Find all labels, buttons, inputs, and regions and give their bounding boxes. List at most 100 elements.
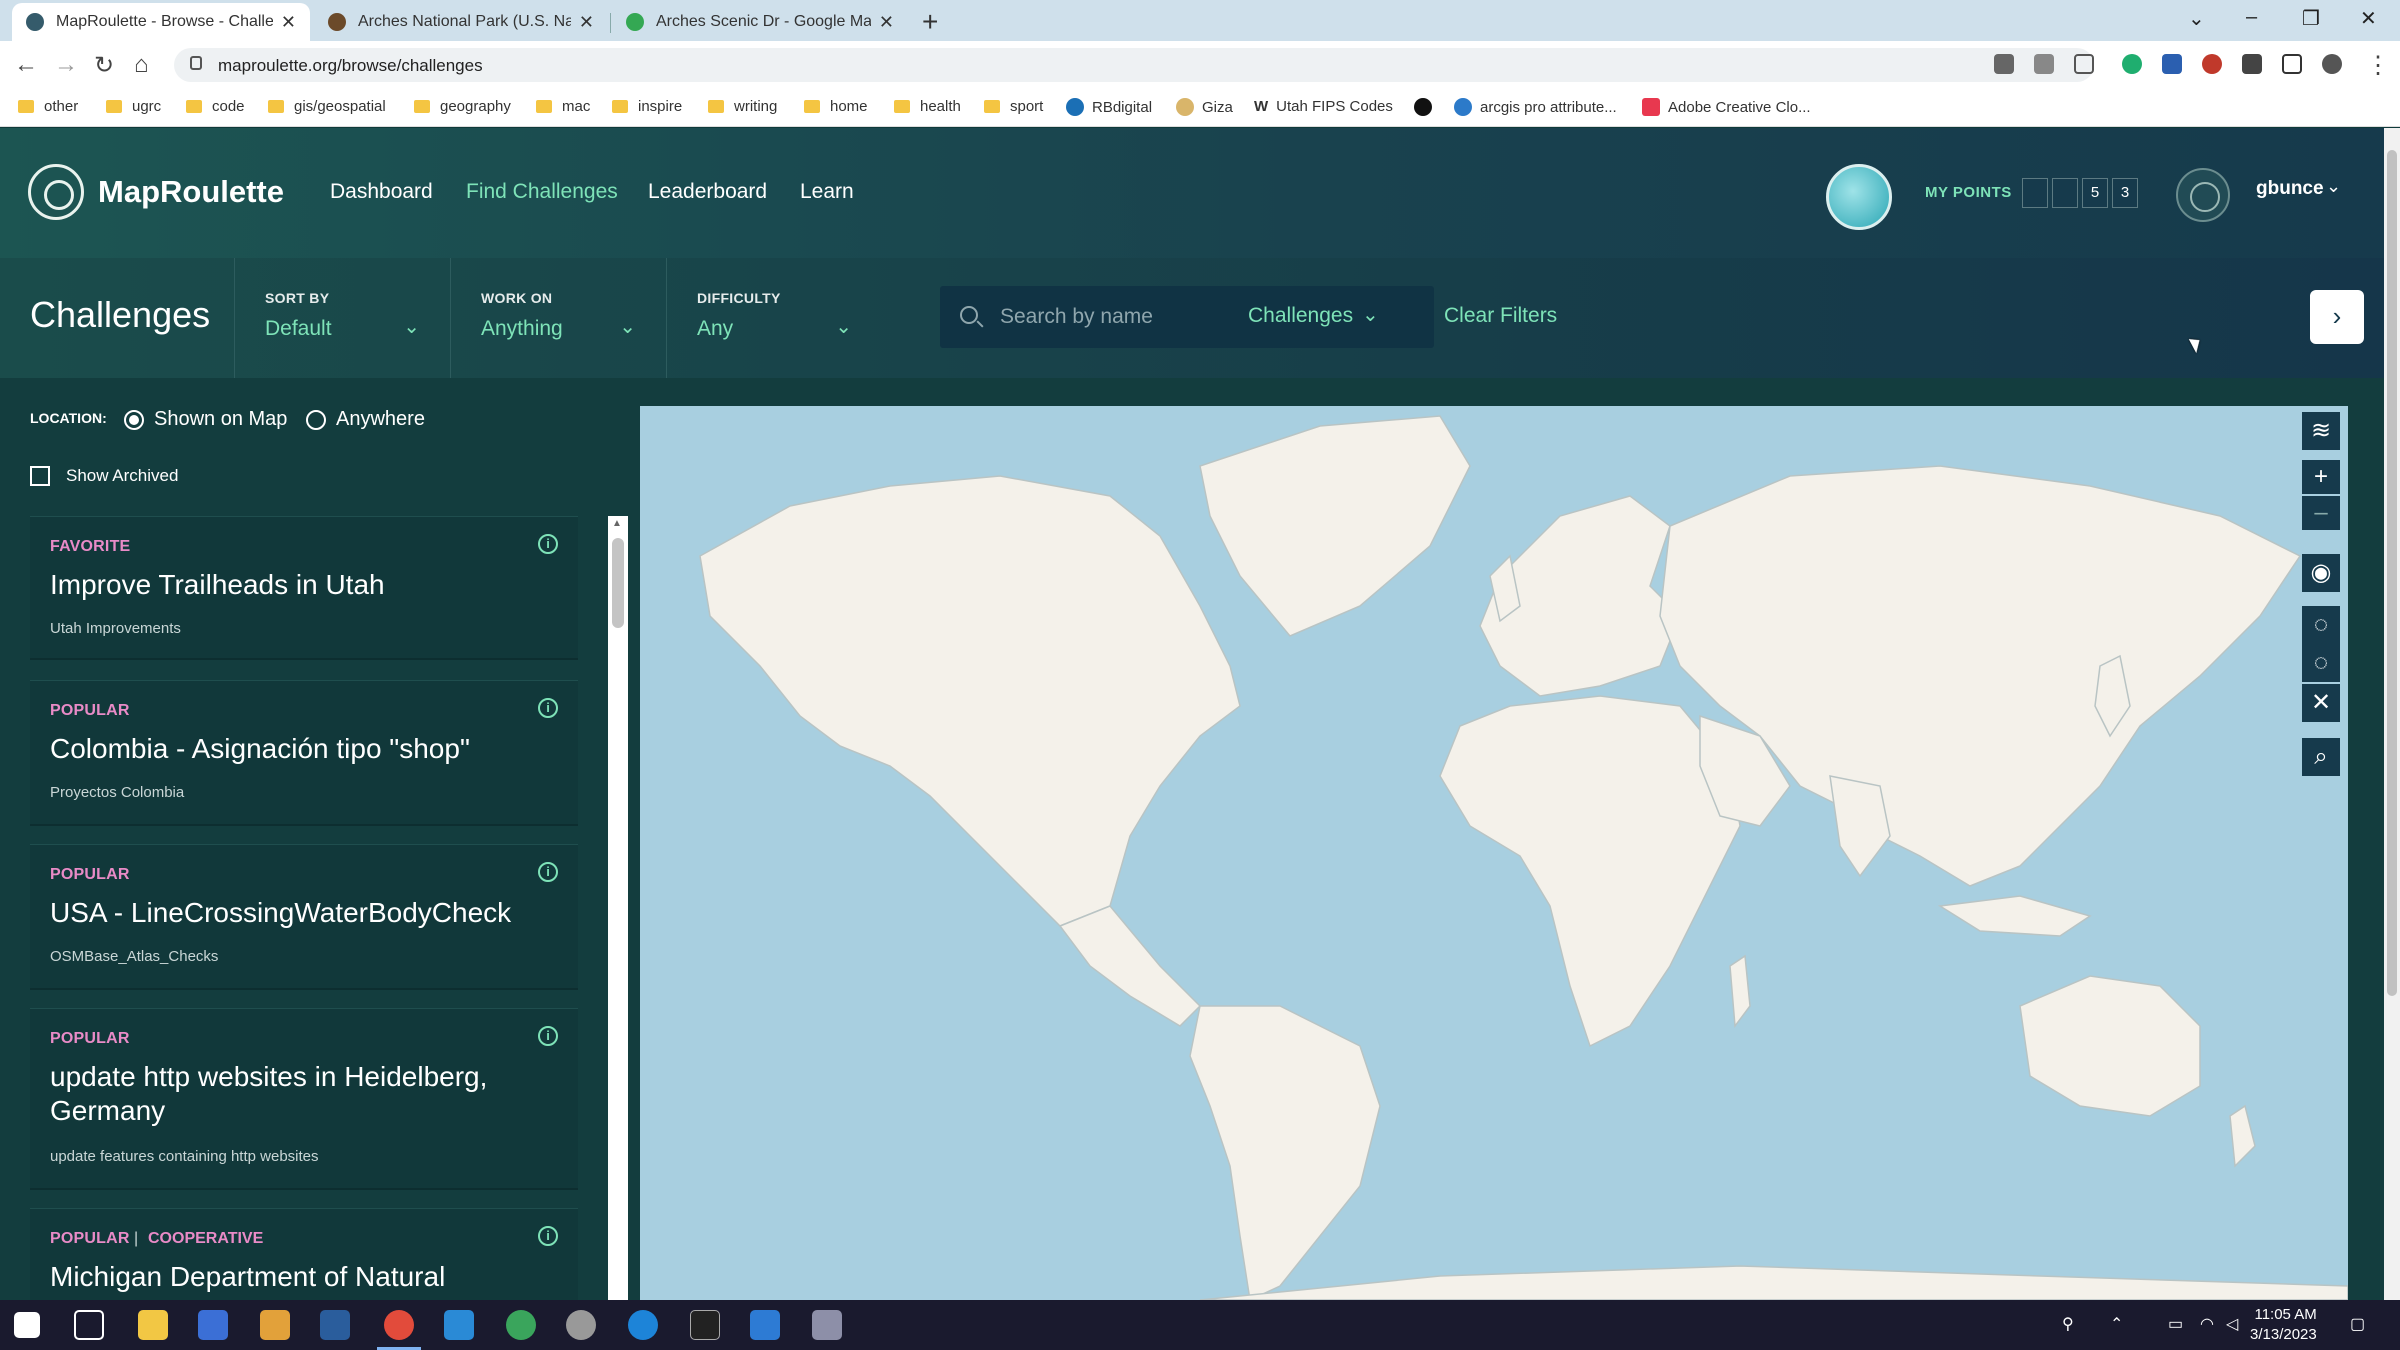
chevron-down-icon[interactable]: ⌄ [1362,302,1379,327]
scroll-up-icon[interactable]: ▲ [612,518,622,529]
radio-icon[interactable] [306,409,326,430]
bookmark-folder-other[interactable]: other [18,98,78,115]
terminal-icon[interactable] [690,1310,720,1340]
bookmark-folder-gis[interactable]: gis/geospatial [268,98,386,115]
bookmark-star-icon[interactable] [2074,54,2094,74]
forward-icon[interactable]: → [54,51,78,79]
sort-by-value[interactable]: Default [265,317,332,341]
bookmark-folder-sport[interactable]: sport [984,98,1043,115]
extensions-puzzle-icon[interactable] [2242,54,2262,74]
bookmark-folder-writing[interactable]: writing [708,98,777,115]
maproulette-logo-icon[interactable] [28,164,84,220]
challenge-title[interactable]: update http websites in Heidelberg, Germ… [50,1060,520,1128]
challenge-list-scrollbar[interactable]: ▲ [608,516,628,1300]
bookmark-globe[interactable] [1414,98,1440,116]
browser-menu-icon[interactable]: ⋮ [2366,51,2390,80]
achievements-avatar[interactable] [1826,164,1892,230]
chevron-up-icon[interactable]: ⌃ [2110,1314,2123,1334]
info-icon[interactable]: i [538,698,558,718]
camera-blocked-icon[interactable] [1994,54,2014,74]
bookmark-folder-geography[interactable]: geography [414,98,511,115]
globe-icon[interactable]: ◉ [2302,554,2340,592]
address-url[interactable]: maproulette.org/browse/challenges [218,56,483,76]
location-shown-on-map-radio[interactable]: Shown on Map [124,408,287,431]
browser-tab-google-maps[interactable]: Arches Scenic Dr - Google Maps ✕ [612,3,908,41]
bookmark-folder-home[interactable]: home [804,98,868,115]
app-icon[interactable] [260,1310,290,1340]
grammarly-extension-icon[interactable] [2122,54,2142,74]
minimize-icon[interactable]: – [2246,6,2257,29]
challenge-card[interactable]: POPULAR | COOPERATIVE Michigan Departmen… [30,1208,578,1300]
challenge-title[interactable]: Improve Trailheads in Utah [50,568,520,602]
bookmark-giza[interactable]: Giza [1176,98,1233,116]
challenge-search[interactable]: Challenges ⌄ [940,286,1434,348]
checkbox-icon[interactable] [30,466,50,486]
task-view-icon[interactable] [74,1310,104,1340]
map-search-icon[interactable]: ⌕ [2302,738,2340,776]
challenge-title[interactable]: USA - LineCrossingWaterBodyCheck [50,896,520,930]
radio-selected-icon[interactable] [124,409,144,430]
clear-filters-link[interactable]: Clear Filters [1444,304,1557,328]
vscode-icon[interactable] [444,1310,474,1340]
bookmark-folder-mac[interactable]: mac [536,98,590,115]
bookmark-folder-health[interactable]: health [894,98,961,115]
app-icon[interactable] [628,1310,658,1340]
volume-icon[interactable]: ◁ [2226,1314,2238,1334]
people-icon[interactable]: ⚲ [2062,1314,2074,1334]
search-input[interactable] [1000,302,1210,332]
user-avatar[interactable] [2176,168,2230,222]
scrollbar-thumb[interactable] [2387,150,2397,996]
new-tab-icon[interactable]: + [922,6,938,38]
close-tab-icon[interactable]: ✕ [879,12,894,33]
outlook-icon[interactable] [198,1310,228,1340]
bookmark-folder-inspire[interactable]: inspire [612,98,682,115]
work-on-dropdown[interactable]: WORK ON Anything ⌄ [450,258,666,378]
zoom-out-icon[interactable]: – [2302,496,2340,530]
battery-icon[interactable]: ▭ [2168,1314,2183,1334]
nav-find-challenges[interactable]: Find Challenges [466,180,618,204]
sort-by-dropdown[interactable]: SORT BY Default ⌄ [234,258,450,378]
show-archived-checkbox[interactable]: Show Archived [30,466,178,486]
nav-dashboard[interactable]: Dashboard [330,180,433,204]
checkbox-label[interactable]: Show Archived [66,466,178,486]
challenge-project[interactable]: Utah Improvements [50,620,181,637]
file-explorer-icon[interactable] [138,1310,168,1340]
home-icon[interactable]: ⌂ [134,51,149,79]
reload-icon[interactable]: ↻ [94,51,114,80]
chevron-down-icon[interactable]: ⌄ [2326,176,2341,197]
close-tab-icon[interactable]: ✕ [579,12,594,33]
bookmark-folder-ugrc[interactable]: ugrc [106,98,161,115]
address-bar[interactable]: maproulette.org/browse/challenges [174,48,2094,82]
chevron-down-icon[interactable]: ⌄ [619,314,636,339]
bookmark-folder-code[interactable]: code [186,98,245,115]
challenge-card[interactable]: POPULAR Colombia - Asignación tipo "shop… [30,680,578,826]
challenge-title[interactable]: Michigan Department of Natural [50,1260,520,1294]
windows-start-icon[interactable] [14,1312,40,1338]
challenge-card[interactable]: POPULAR USA - LineCrossingWaterBodyCheck… [30,844,578,990]
radio-label[interactable]: Shown on Map [154,408,287,431]
app-icon[interactable] [750,1310,780,1340]
bookmark-utah-fips[interactable]: W Utah FIPS Codes [1254,98,1393,115]
bookmark-arcgis[interactable]: arcgis pro attribute... [1454,98,1617,116]
system-clock[interactable]: 11:05 AM 3/13/2023 [2250,1305,2317,1345]
difficulty-dropdown[interactable]: DIFFICULTY Any ⌄ [666,258,882,378]
side-panel-icon[interactable] [2282,54,2302,74]
search-app-icon[interactable] [320,1310,350,1340]
lock-icon[interactable] [190,56,202,70]
lasso-icon[interactable]: ◌ [2302,606,2340,644]
location-anywhere-radio[interactable]: Anywhere [306,408,425,431]
app-icon[interactable] [566,1310,596,1340]
profile-avatar-icon[interactable] [2322,54,2342,74]
info-icon[interactable]: i [538,862,558,882]
nav-learn[interactable]: Learn [800,180,854,204]
work-on-value[interactable]: Anything [481,317,563,341]
info-icon[interactable]: i [538,1026,558,1046]
app-icon[interactable] [506,1310,536,1340]
page-scrollbar[interactable] [2384,128,2400,1300]
record-extension-icon[interactable] [2202,54,2222,74]
share-icon[interactable] [2034,54,2054,74]
challenge-project[interactable]: update features containing http websites [50,1148,319,1165]
challenge-project[interactable]: Proyectos Colombia [50,784,184,801]
challenge-title[interactable]: Colombia - Asignación tipo "shop" [50,732,520,766]
tab-search-chevron-icon[interactable]: ⌄ [2188,6,2205,31]
